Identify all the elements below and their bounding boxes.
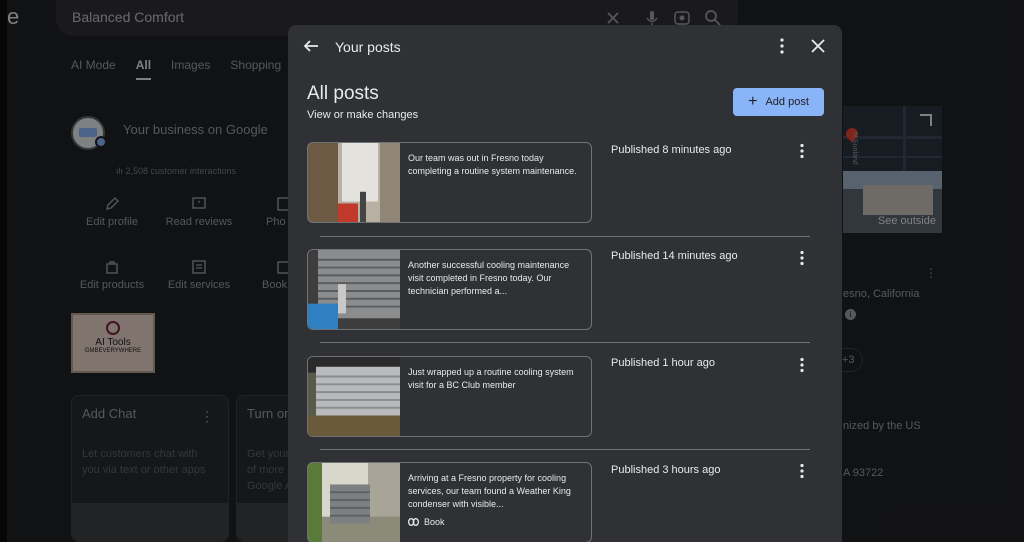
- post-status: Published 8 minutes ago: [611, 144, 732, 156]
- plus-icon: +: [748, 93, 758, 110]
- dialog-title: Your posts: [335, 39, 401, 55]
- post-status: Published 14 minutes ago: [611, 250, 738, 262]
- post-text: Just wrapped up a routine cooling system…: [408, 367, 574, 390]
- back-arrow-icon[interactable]: [302, 37, 320, 55]
- add-post-label: Add post: [765, 96, 809, 108]
- link-icon: [408, 518, 419, 526]
- post-status: Published 3 hours ago: [611, 464, 721, 476]
- post-text: Another successful cooling maintenance v…: [408, 260, 570, 296]
- post-divider: [320, 449, 810, 450]
- post-card[interactable]: Another successful cooling maintenance v…: [307, 249, 592, 330]
- more-vert-icon[interactable]: [796, 357, 808, 373]
- post-text: Our team was out in Fresno today complet…: [408, 153, 577, 176]
- all-posts-subheading: View or make changes: [307, 109, 419, 121]
- post-image: [308, 143, 400, 222]
- post-card[interactable]: Our team was out in Fresno today complet…: [307, 142, 592, 223]
- post-image: [308, 250, 400, 329]
- post-image: [308, 463, 400, 542]
- post-book-link[interactable]: Book: [408, 517, 445, 527]
- add-post-button[interactable]: + Add post: [733, 88, 824, 116]
- more-vert-icon[interactable]: [796, 250, 808, 266]
- more-vert-icon[interactable]: [796, 463, 808, 479]
- more-vert-icon[interactable]: [774, 37, 790, 55]
- close-icon[interactable]: [811, 39, 825, 53]
- post-status: Published 1 hour ago: [611, 357, 715, 369]
- post-book-label: Book: [424, 517, 445, 527]
- post-text: Arriving at a Fresno property for coolin…: [408, 473, 571, 509]
- all-posts-heading: All posts: [307, 83, 379, 104]
- post-image: [308, 357, 400, 436]
- your-posts-dialog: Your posts All posts View or make change…: [288, 25, 842, 542]
- more-vert-icon[interactable]: [796, 143, 808, 159]
- post-card[interactable]: Just wrapped up a routine cooling system…: [307, 356, 592, 437]
- post-card[interactable]: Arriving at a Fresno property for coolin…: [307, 462, 592, 542]
- post-divider: [320, 236, 810, 237]
- post-divider: [320, 342, 810, 343]
